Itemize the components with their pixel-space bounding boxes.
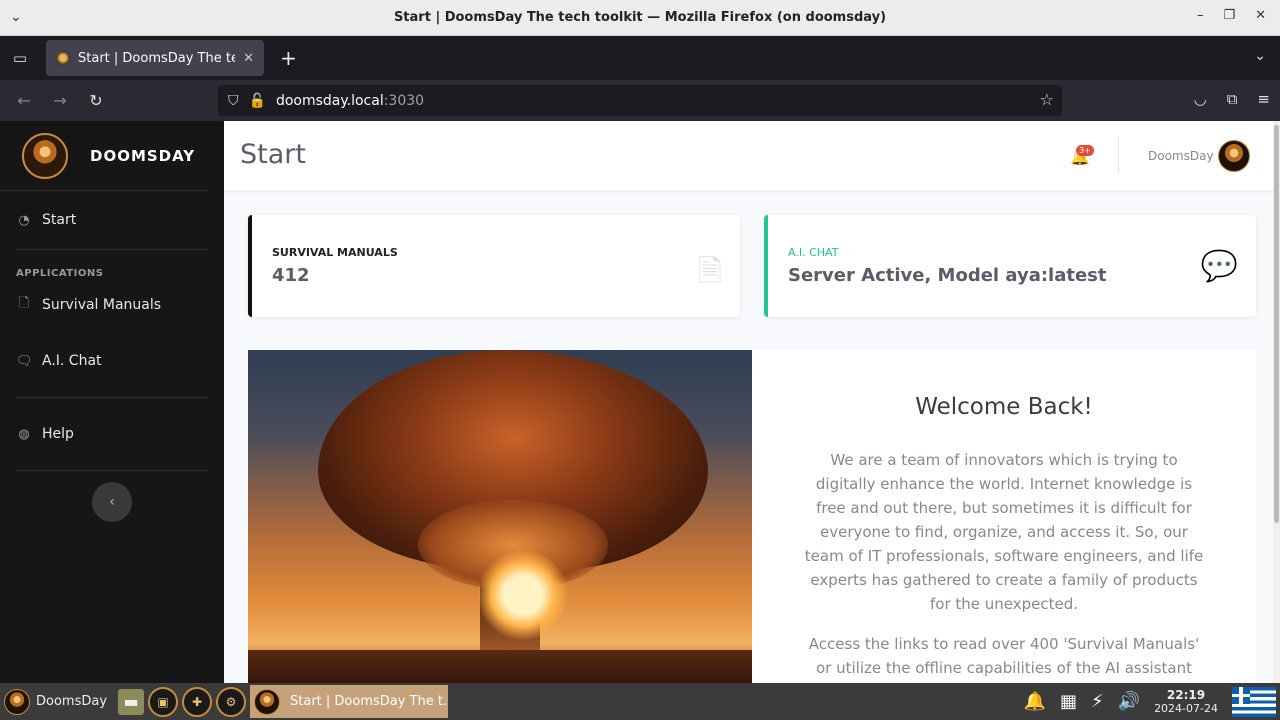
- hamburger-menu-icon[interactable]: ≡: [1257, 90, 1270, 108]
- file-icon: 🗋: [18, 296, 30, 311]
- user-name[interactable]: DoomsDay: [1148, 149, 1214, 163]
- url-text: doomsday.local:3030: [276, 93, 424, 109]
- flag-cross-shape: [1232, 693, 1250, 697]
- tab-title: Start | DoomsDay The tech toolkit: [78, 50, 236, 66]
- close-window-button[interactable]: ✕: [1255, 8, 1266, 23]
- welcome-paragraph: We are a team of innovators which is try…: [804, 451, 1204, 613]
- welcome-title: Welcome Back!: [915, 394, 1093, 420]
- sidebar-divider: [16, 470, 208, 471]
- page-topbar: Start 🔔 3+ DoomsDay: [224, 121, 1280, 190]
- window-controls: – ❐ ✕: [1197, 8, 1266, 23]
- mushroom-cloud-image: [248, 350, 752, 683]
- notification-bell-icon[interactable]: 🔔: [1024, 691, 1046, 712]
- sidebar-item-label: Survival Manuals: [42, 297, 162, 313]
- card-label: A.I. CHAT: [788, 246, 839, 259]
- chat-icon: 🗨: [16, 353, 33, 369]
- doomsday-logo-icon: [254, 688, 280, 715]
- window-titlebar: ⌄ Start | DoomsDay The tech toolkit — Mo…: [0, 0, 1280, 36]
- topbar-divider: [1118, 137, 1119, 173]
- welcome-paragraph-links: Access the links to read over 400 'Survi…: [808, 635, 1200, 677]
- avatar[interactable]: [1218, 140, 1250, 172]
- url-port: :3030: [383, 92, 425, 109]
- maximize-button[interactable]: ❐: [1223, 8, 1235, 23]
- doomsday-logo-icon: [4, 688, 30, 715]
- sidebar-brand[interactable]: DOOMSDAY: [0, 121, 208, 191]
- pocket-icon[interactable]: ◡: [1194, 90, 1207, 108]
- file-icon: 🗎: [697, 254, 722, 289]
- clock-time: 22:19: [1166, 687, 1206, 702]
- browser-toolbar-right: ◡ ⧉ ≡: [1194, 90, 1270, 108]
- ground-shape: [248, 650, 752, 683]
- forward-arrow-icon[interactable]: →: [42, 91, 78, 110]
- card-value: Server Active, Model aya:latest: [788, 265, 1107, 286]
- doomsday-logo-icon: [22, 132, 68, 179]
- list-all-tabs-chevron-icon[interactable]: ⌄: [1254, 48, 1266, 64]
- ai-chat-card: A.I. CHAT Server Active, Model aya:lates…: [764, 215, 1256, 317]
- window-title: Start | DoomsDay The tech toolkit — Mozi…: [393, 10, 887, 25]
- globe-icon: ◍: [18, 426, 30, 442]
- scrollbar-thumb[interactable]: [1274, 125, 1279, 523]
- sidebar: DOOMSDAY ◔ Start APPLICATIONS 🗋 Survival…: [0, 121, 224, 683]
- comments-icon: 💬: [1200, 249, 1238, 284]
- sun-glow-shape: [478, 550, 568, 640]
- notification-badge: 3+: [1076, 145, 1094, 156]
- taskbar-task-firefox[interactable]: Start | DoomsDay The t...: [250, 685, 448, 718]
- tab-favicon-icon: [56, 51, 70, 65]
- lock-icon[interactable]: 🔓: [249, 93, 266, 109]
- taskbar-task-label: Start | DoomsDay The t...: [290, 694, 446, 709]
- bookmark-star-icon[interactable]: ☆: [1040, 90, 1054, 109]
- file-manager-icon[interactable]: ▬: [118, 688, 144, 715]
- sidebar-item-label: Start: [42, 212, 77, 228]
- system-tray: 🔔 ▦ ⚡ 🔊 22:19 2024-07-24: [1024, 683, 1280, 720]
- url-bar[interactable]: ⛉ 🔓 doomsday.local:3030 ☆: [218, 85, 1062, 116]
- app-launcher-ai-icon[interactable]: ⚙: [216, 686, 246, 717]
- card-label: SURVIVAL MANUALS: [272, 246, 398, 259]
- page-title: Start: [240, 139, 306, 170]
- start-menu-button[interactable]: DoomsDay: [0, 683, 108, 720]
- sidebar-item-start[interactable]: ◔ Start: [0, 191, 224, 249]
- power-icon[interactable]: ⚡: [1091, 691, 1104, 712]
- volume-icon[interactable]: 🔊: [1118, 691, 1140, 712]
- keyboard-layout-flag-icon[interactable]: [1232, 686, 1276, 717]
- clock-date: 2024-07-24: [1154, 701, 1218, 715]
- os-taskbar: DoomsDay ▬ ▣ ✚ ⚙ Start | DoomsDay The t.…: [0, 683, 1280, 720]
- app-launcher-medical-icon[interactable]: ✚: [182, 686, 212, 717]
- minimize-button[interactable]: –: [1197, 8, 1204, 23]
- page-scrollbar[interactable]: [1273, 121, 1280, 683]
- browser-tab-active[interactable]: Start | DoomsDay The tech toolkit ✕: [46, 40, 264, 76]
- sidebar-item-survival-manuals[interactable]: 🗋 Survival Manuals: [0, 285, 224, 325]
- url-host: doomsday.local: [275, 92, 384, 109]
- browser-navbar: ← → ↻ ⛉ 🔓 doomsday.local:3030 ☆ ◡ ⧉ ≡: [0, 80, 1280, 121]
- firefox-view-icon[interactable]: ▭: [0, 49, 40, 67]
- network-icon[interactable]: ▦: [1060, 691, 1077, 712]
- sidebar-item-help[interactable]: ◍ Help: [0, 398, 224, 470]
- clock[interactable]: 22:19 2024-07-24: [1154, 688, 1218, 716]
- shield-icon[interactable]: ⛉: [228, 93, 239, 109]
- app-launcher-terminal-icon[interactable]: ▣: [148, 686, 178, 717]
- sidebar-item-ai-chat[interactable]: 🗨 A.I. Chat: [0, 325, 224, 397]
- welcome-text: Welcome Back! We are a team of innovator…: [752, 350, 1256, 683]
- sidebar-item-label: Help: [42, 426, 74, 442]
- extensions-icon[interactable]: ⧉: [1227, 90, 1238, 108]
- window-menu-chevron-icon[interactable]: ⌄: [10, 9, 22, 25]
- reload-icon[interactable]: ↻: [78, 91, 114, 110]
- back-arrow-icon[interactable]: ←: [6, 91, 42, 110]
- dashboard-gauge-icon: ◔: [18, 212, 30, 228]
- sidebar-item-label: A.I. Chat: [42, 353, 102, 369]
- new-tab-button[interactable]: +: [280, 46, 297, 70]
- welcome-section: Welcome Back! We are a team of innovator…: [248, 350, 1256, 683]
- start-menu-label: DoomsDay: [36, 694, 108, 709]
- browser-tabbar: ▭ Start | DoomsDay The tech toolkit ✕ + …: [0, 36, 1280, 80]
- tab-close-icon[interactable]: ✕: [243, 51, 254, 66]
- brand-name: DOOMSDAY: [90, 146, 196, 165]
- card-value: 412: [272, 265, 310, 286]
- sidebar-collapse-button[interactable]: ‹: [92, 482, 132, 522]
- sidebar-section-heading: APPLICATIONS: [16, 268, 104, 279]
- survival-manuals-card: SURVIVAL MANUALS 412 🗎: [248, 215, 740, 317]
